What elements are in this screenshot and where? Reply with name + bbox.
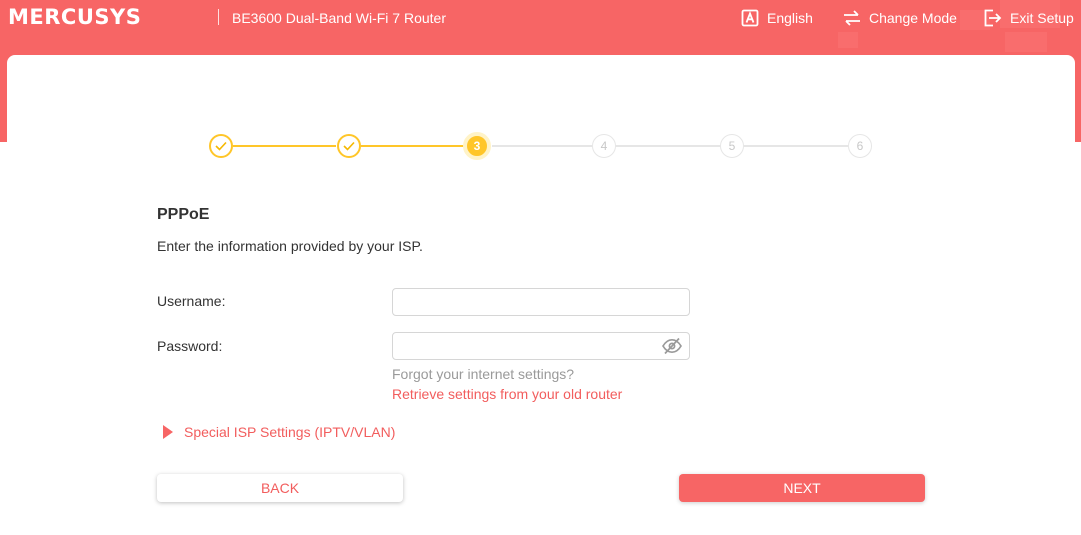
step-4-pending: 4 <box>592 134 616 158</box>
special-isp-label: Special ISP Settings (IPTV/VLAN) <box>184 424 396 440</box>
step-connector-pending <box>492 145 592 147</box>
step-connector-pending <box>616 145 720 147</box>
step-connector-pending <box>744 145 848 147</box>
username-field-wrapper <box>392 288 690 316</box>
caret-right-icon <box>163 425 173 439</box>
exit-setup-label: Exit Setup <box>1010 10 1074 26</box>
step-1-complete <box>209 134 233 158</box>
username-label: Username: <box>157 293 226 309</box>
router-model: BE3600 Dual-Band Wi-Fi 7 Router <box>232 10 446 26</box>
password-label: Password: <box>157 338 223 354</box>
page-title: PPPoE <box>157 206 210 223</box>
exit-icon <box>984 9 1002 27</box>
swap-icon <box>844 10 860 26</box>
password-input[interactable] <box>399 334 663 360</box>
decor-block <box>1005 32 1047 52</box>
step-5-pending: 5 <box>720 134 744 158</box>
language-selector[interactable]: English <box>741 8 813 28</box>
forgot-settings-text: Forgot your internet settings? <box>392 366 575 382</box>
hide-password-icon[interactable] <box>661 337 683 355</box>
change-mode-button[interactable]: Change Mode <box>843 8 957 28</box>
check-icon <box>343 141 355 151</box>
next-button[interactable]: NEXT <box>679 474 925 502</box>
exit-setup-button[interactable]: Exit Setup <box>983 8 1074 28</box>
special-isp-toggle[interactable]: Special ISP Settings (IPTV/VLAN) <box>162 424 395 440</box>
check-icon <box>215 141 227 151</box>
retrieve-settings-link[interactable]: Retrieve settings from your old router <box>392 386 622 402</box>
language-icon <box>741 9 759 27</box>
header-divider <box>218 9 219 25</box>
language-label: English <box>767 10 813 26</box>
decor-block <box>838 32 858 48</box>
step-connector-complete <box>233 145 336 147</box>
step-2-complete <box>337 134 361 158</box>
brand-logo: MERCUSYS <box>8 5 142 29</box>
password-field-wrapper <box>392 332 690 360</box>
username-input[interactable] <box>399 290 663 316</box>
step-6-pending: 6 <box>848 134 872 158</box>
step-connector-complete <box>361 145 464 147</box>
back-button[interactable]: BACK <box>157 474 403 502</box>
change-mode-label: Change Mode <box>869 10 957 26</box>
step-3-current: 3 <box>463 132 491 160</box>
page-subtitle: Enter the information provided by your I… <box>157 238 423 254</box>
